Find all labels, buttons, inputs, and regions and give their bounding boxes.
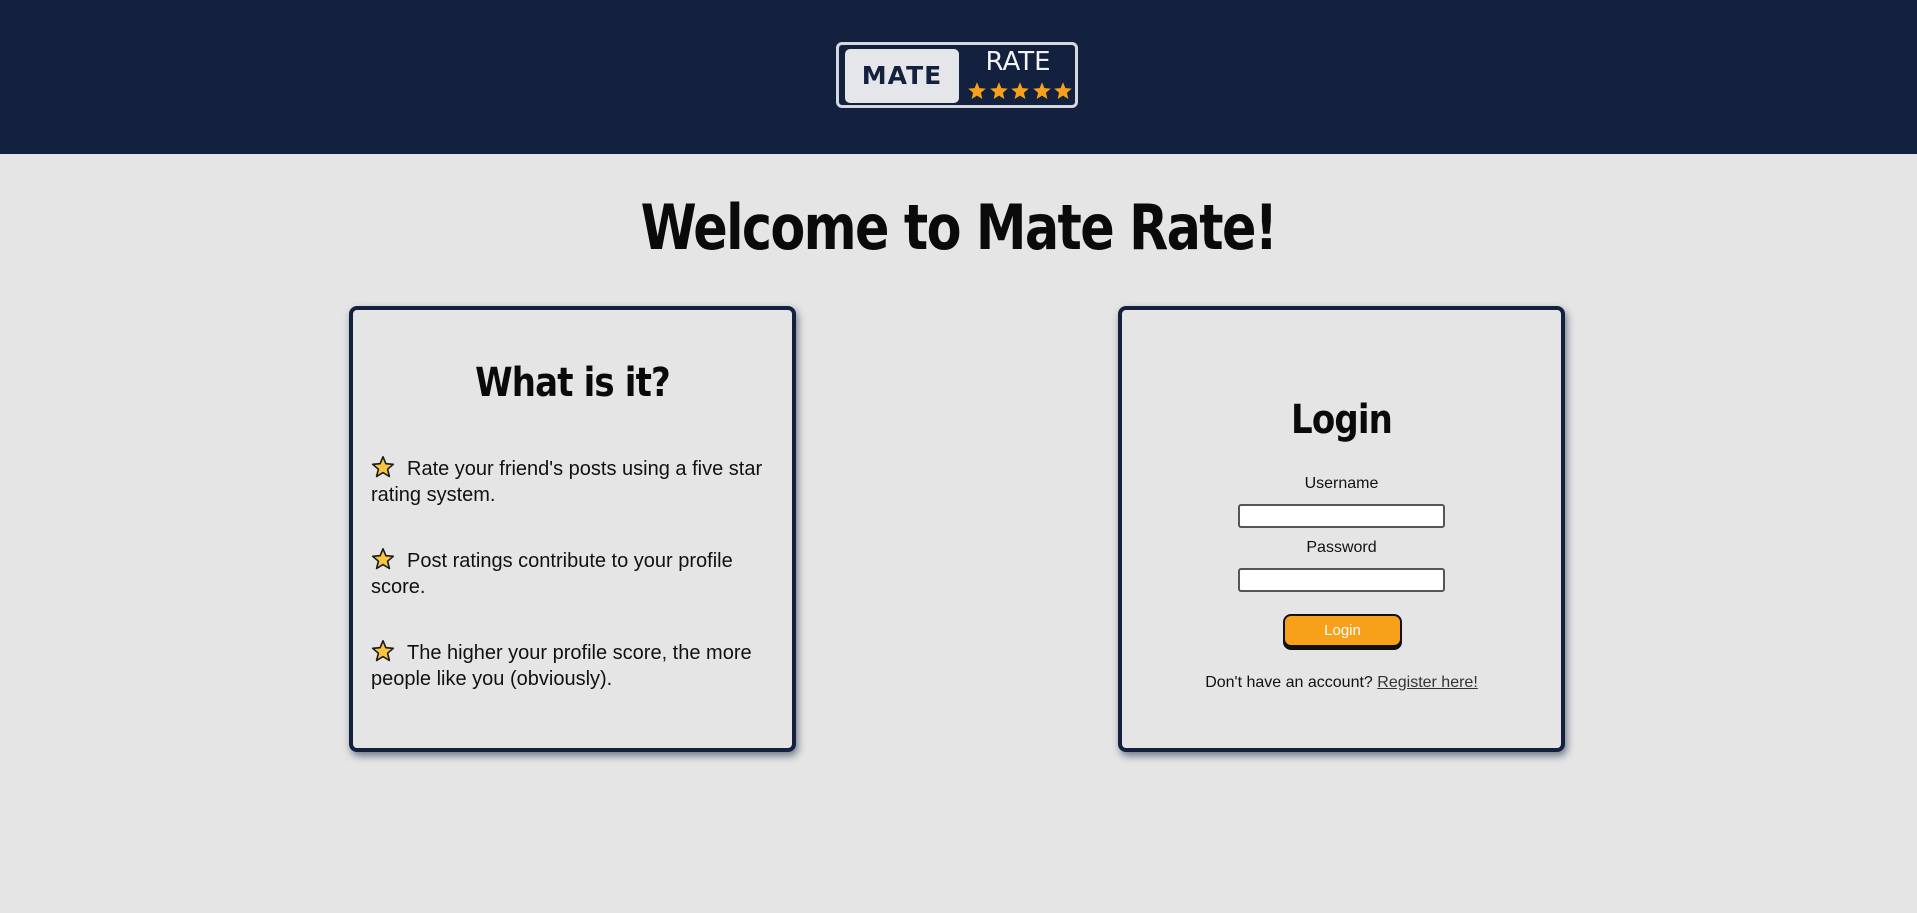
feature-text: Rate your friend's posts using a five st… — [371, 458, 763, 506]
login-button[interactable]: Login — [1283, 614, 1402, 647]
star-icon — [371, 639, 395, 663]
site-header: MATE RATE — [0, 0, 1917, 154]
register-prompt: Don't have an account? Register here! — [1122, 673, 1561, 693]
logo-mate-text: MATE — [845, 49, 959, 103]
login-card: Login Username Password Login Don't have… — [1118, 306, 1565, 752]
logo-stars — [967, 81, 1073, 101]
logo-star-icon — [967, 81, 987, 101]
username-input[interactable] — [1238, 504, 1445, 528]
about-card: What is it? Rate your friend's posts usi… — [349, 306, 796, 752]
logo-star-icon — [1010, 81, 1030, 101]
logo-star-icon — [989, 81, 1009, 101]
about-card-title: What is it? — [475, 360, 671, 406]
feature-text: The higher your profile score, the more … — [371, 642, 752, 690]
register-prompt-text: Don't have an account? — [1205, 674, 1373, 691]
logo-rate-text: RATE — [985, 47, 1051, 77]
password-input[interactable] — [1238, 568, 1445, 592]
logo-star-icon — [1053, 81, 1073, 101]
login-card-title: Login — [1291, 397, 1393, 443]
password-label: Password — [1306, 539, 1377, 556]
feature-item: Post ratings contribute to your profile … — [371, 547, 776, 600]
register-link[interactable]: Register here! — [1377, 674, 1478, 691]
logo-star-icon — [1032, 81, 1052, 101]
star-icon — [371, 547, 395, 571]
feature-item: The higher your profile score, the more … — [371, 639, 776, 692]
mate-rate-logo[interactable]: MATE RATE — [836, 42, 1078, 108]
star-icon — [371, 455, 395, 479]
feature-text: Post ratings contribute to your profile … — [371, 550, 733, 598]
page-title: Welcome to Mate Rate! — [640, 191, 1278, 264]
username-label: Username — [1304, 475, 1379, 492]
feature-item: Rate your friend's posts using a five st… — [371, 455, 776, 508]
